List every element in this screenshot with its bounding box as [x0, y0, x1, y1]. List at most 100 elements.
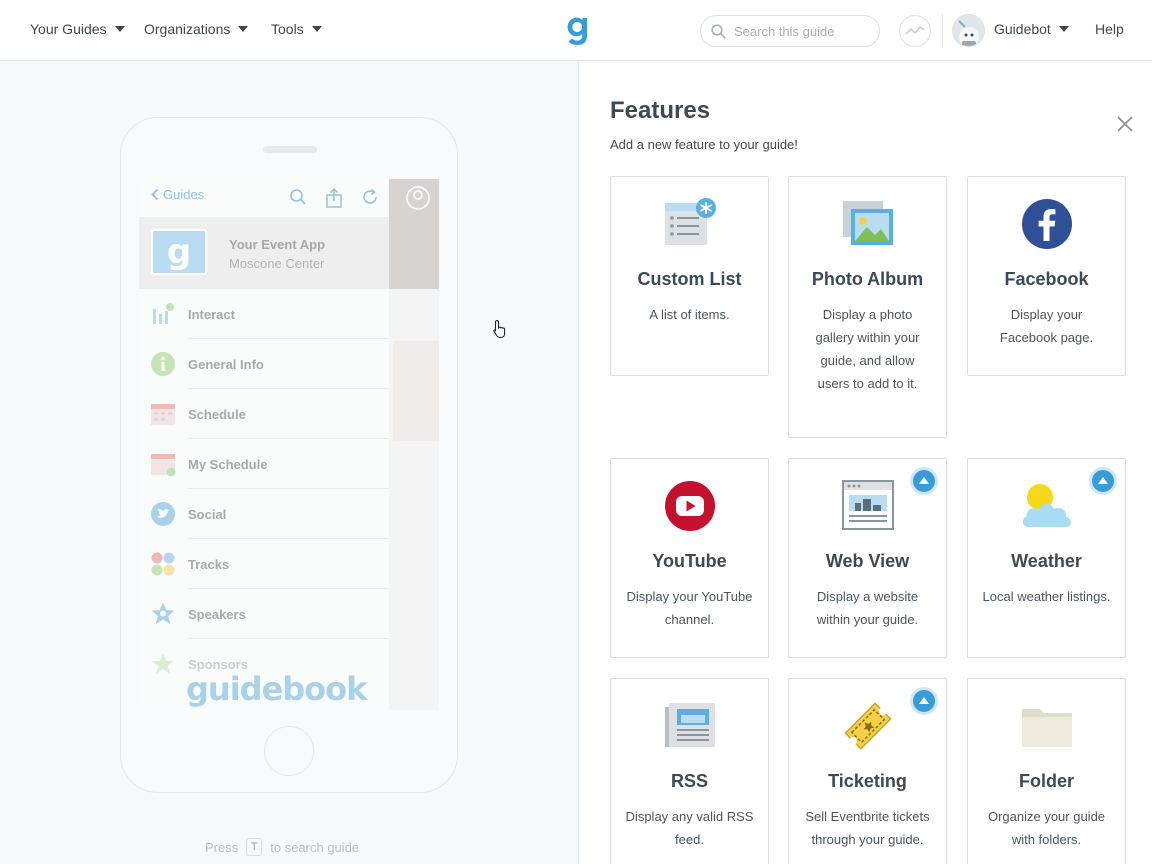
feature-card-weather[interactable]: Weather Local weather listings.	[967, 458, 1126, 658]
feature-card-ticketing[interactable]: Ticketing Sell Eventbrite tickets throug…	[788, 678, 947, 864]
feature-description: Display your YouTube channel.	[626, 589, 753, 627]
user-menu[interactable]: Guidebot	[994, 21, 1069, 37]
feature-name: Folder	[1018, 771, 1074, 791]
event-venue: Moscone Center	[229, 256, 325, 271]
custom-list-icon	[665, 198, 716, 245]
nav-divider	[942, 14, 943, 48]
guides-back-link[interactable]: Guides	[151, 187, 204, 202]
phone-screen: Guides g Your Event App Moscone Center I…	[139, 179, 439, 710]
organizations-menu[interactable]: Organizations	[144, 21, 249, 37]
guidebook-logo-icon[interactable]	[563, 12, 593, 46]
feature-name: Web View	[825, 551, 910, 571]
youtube-icon	[665, 481, 715, 531]
features-subtitle: Add a new feature to your guide!	[610, 137, 798, 152]
guides-back-label: Guides	[163, 187, 205, 202]
rss-icon	[665, 703, 715, 747]
menu-item-general-info[interactable]: General Info	[139, 339, 389, 389]
tools-label: Tools	[271, 21, 304, 37]
feature-name: Photo Album	[811, 269, 924, 289]
menu-item-label: Tracks	[188, 556, 230, 572]
feature-name: RSS	[670, 771, 708, 791]
activity-button[interactable]	[899, 15, 931, 47]
photo-album-icon	[843, 201, 893, 245]
folder-icon	[1022, 709, 1072, 747]
star-icon	[151, 602, 175, 624]
feature-card-folder[interactable]: Folder Organize your guide with folders.	[967, 678, 1126, 864]
close-icon[interactable]	[1115, 114, 1135, 134]
feature-name: Ticketing	[828, 771, 907, 791]
chevron-left-icon	[151, 188, 159, 201]
share-icon[interactable]	[325, 188, 343, 208]
menu-item-label: Schedule	[188, 406, 246, 422]
guidebook-watermark: guidebook	[186, 670, 367, 708]
your-guides-menu[interactable]: Your Guides	[30, 21, 125, 37]
activity-pulse-icon	[905, 26, 925, 35]
menu-item-label: My Schedule	[188, 456, 268, 472]
app-preview-pane: Guides g Your Event App Moscone Center I…	[0, 61, 578, 864]
feature-description: Display a website within your guide.	[816, 589, 919, 627]
menu-item-my-schedule[interactable]: My Schedule	[139, 439, 389, 489]
upgrade-badge-icon	[910, 467, 938, 495]
facebook-icon	[1022, 199, 1072, 249]
features-title: Features	[610, 97, 711, 124]
menu-item-schedule[interactable]: Schedule	[139, 389, 389, 439]
sponsors-icon	[152, 653, 174, 674]
keyboard-hint-suffix: to search guide	[270, 839, 360, 855]
twitter-icon	[151, 502, 175, 526]
feature-card-rss[interactable]: RSS Display any valid RSS feed.	[610, 678, 769, 864]
event-header: g Your Event App Moscone Center	[139, 217, 389, 289]
feature-name: YouTube	[652, 551, 727, 571]
upgrade-badge-icon	[1089, 467, 1117, 495]
search-icon	[711, 23, 726, 39]
menu-item-tracks[interactable]: Tracks	[139, 539, 389, 589]
feature-card-facebook[interactable]: Facebook Display your Facebook page.	[967, 176, 1126, 376]
search-input[interactable]	[734, 23, 864, 39]
menu-item-label: Speakers	[188, 606, 246, 622]
keyboard-hint-prefix: Press	[205, 839, 239, 855]
feature-name: Weather	[1011, 551, 1082, 571]
chevron-down-icon	[311, 26, 322, 32]
your-guides-label: Your Guides	[30, 21, 107, 37]
feature-card-photo-album[interactable]: Photo Album Display a photo gallery with…	[788, 176, 947, 438]
feature-description: A list of items.	[649, 307, 730, 322]
event-logo-letter: g	[166, 232, 192, 272]
feature-description: Sell Eventbrite tickets through your gui…	[805, 809, 930, 847]
ticket-icon	[844, 702, 892, 750]
upgrade-badge-icon	[910, 687, 938, 715]
search-icon[interactable]	[289, 188, 307, 206]
feature-card-youtube[interactable]: YouTube Display your YouTube channel.	[610, 458, 769, 658]
phone-home-button	[264, 726, 314, 776]
feature-description: Local weather listings.	[982, 589, 1111, 604]
web-view-icon	[842, 480, 894, 530]
event-logo: g	[151, 229, 207, 275]
menu-item-label: Interact	[188, 306, 235, 322]
chevron-down-icon	[238, 26, 249, 32]
phone-speaker	[263, 146, 317, 153]
avatar[interactable]	[952, 14, 985, 47]
feature-card-web-view[interactable]: Web View Display a website within your g…	[788, 458, 947, 658]
keyboard-hint: Press T to search guide	[205, 838, 359, 856]
features-panel: Features Add a new feature to your guide…	[578, 61, 1152, 864]
feature-name: Facebook	[1004, 269, 1089, 289]
organizations-label: Organizations	[144, 21, 231, 37]
tools-menu[interactable]: Tools	[271, 21, 322, 37]
help-link[interactable]: Help	[1095, 21, 1124, 37]
guidebot-avatar-icon	[953, 15, 984, 46]
feature-description: Organize your guide with folders.	[987, 809, 1106, 847]
feature-name: Custom List	[637, 269, 742, 289]
my-calendar-icon	[151, 454, 176, 477]
menu-item-speakers[interactable]: Speakers	[139, 589, 389, 639]
feature-description: Display a photo gallery within your guid…	[815, 307, 920, 391]
keyboard-key: T	[246, 838, 263, 856]
interact-icon	[153, 303, 174, 324]
feature-card-custom-list[interactable]: Custom List A list of items.	[610, 176, 769, 376]
menu-item-interact[interactable]: Interact	[139, 289, 389, 339]
info-icon	[151, 352, 175, 376]
menu-item-social[interactable]: Social	[139, 489, 389, 539]
refresh-icon[interactable]	[361, 188, 379, 206]
chevron-down-icon	[1058, 26, 1069, 32]
search-box[interactable]	[700, 15, 880, 47]
preview-toolbar	[289, 188, 379, 208]
background-card	[393, 341, 439, 441]
calendar-icon	[151, 404, 175, 425]
